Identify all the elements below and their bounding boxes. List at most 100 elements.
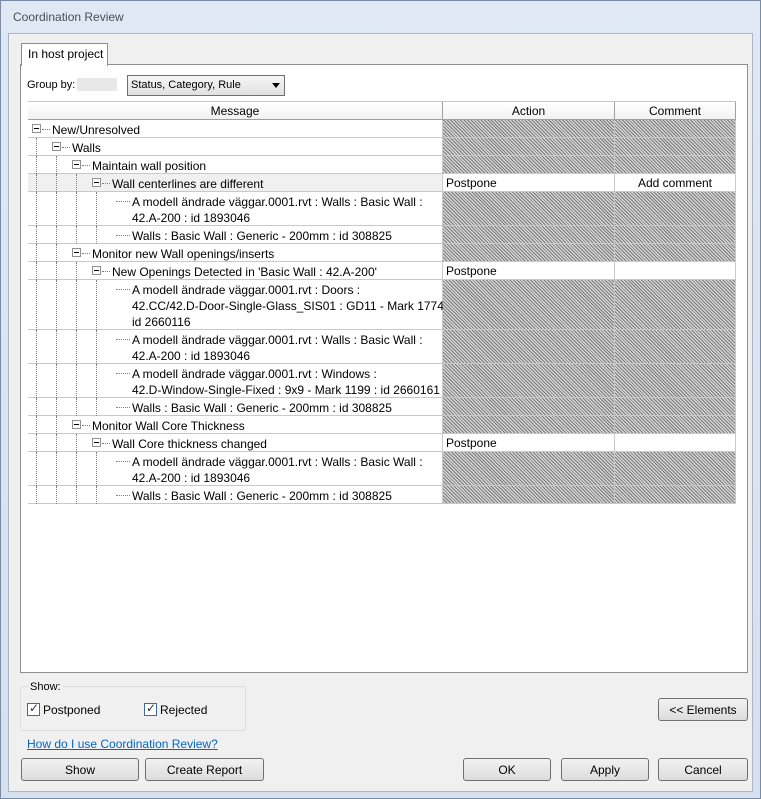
- message-text: Walls : Basic Wall : Generic - 200mm : i…: [132, 229, 392, 243]
- message-text: Walls : Basic Wall : Generic - 200mm : i…: [132, 401, 392, 415]
- message-text: Wall centerlines are different: [112, 177, 264, 191]
- action-cell[interactable]: Postpone: [443, 434, 615, 451]
- message-cell: Walls : Basic Wall : Generic - 200mm : i…: [28, 398, 443, 416]
- comment-cell[interactable]: Add comment: [615, 174, 736, 191]
- message-text: A modell ändrade väggar.0001.rvt : Windo…: [132, 367, 440, 397]
- action-cell: [443, 244, 615, 261]
- collapse-icon[interactable]: [52, 142, 61, 151]
- message-cell: A modell ändrade väggar.0001.rvt : Walls…: [28, 192, 443, 226]
- action-cell[interactable]: Postpone: [443, 174, 615, 191]
- comment-cell: [615, 138, 736, 155]
- coordination-review-dialog: Coordination Review In host project Grou…: [0, 0, 761, 799]
- message-text: Walls : Basic Wall : Generic - 200mm : i…: [132, 489, 392, 503]
- help-link[interactable]: How do I use Coordination Review?: [27, 737, 218, 751]
- grid-row[interactable]: A modell ändrade väggar.0001.rvt : Doors…: [28, 280, 736, 330]
- column-header-comment[interactable]: Comment: [615, 102, 736, 120]
- collapse-icon[interactable]: [92, 438, 101, 447]
- message-cell: Walls : Basic Wall : Generic - 200mm : i…: [28, 486, 443, 504]
- grid-row[interactable]: Maintain wall position: [28, 156, 736, 174]
- coordination-grid: Message Action Comment New/Unresolved Wal…: [28, 101, 736, 504]
- message-text: New Openings Detected in 'Basic Wall : 4…: [112, 265, 377, 279]
- dropdown-arrow-icon: [272, 83, 280, 88]
- message-text: A modell ändrade väggar.0001.rvt : Doors…: [132, 283, 451, 329]
- grid-row[interactable]: Monitor new Wall openings/inserts: [28, 244, 736, 262]
- grid-body: New/Unresolved Walls Maintain wall positio…: [28, 120, 736, 504]
- message-cell: Monitor new Wall openings/inserts: [28, 244, 443, 262]
- groupby-value: Status, Category, Rule: [131, 79, 241, 91]
- ok-button[interactable]: OK: [463, 758, 551, 781]
- comment-cell: [615, 120, 736, 137]
- window-title: Coordination Review: [13, 10, 124, 24]
- collapse-icon[interactable]: [32, 124, 41, 133]
- action-cell: [443, 486, 615, 503]
- action-cell[interactable]: Postpone: [443, 262, 615, 279]
- action-cell: [443, 398, 615, 415]
- create-report-button[interactable]: Create Report: [145, 758, 264, 781]
- postponed-label: Postponed: [43, 703, 101, 717]
- grid-row[interactable]: Walls : Basic Wall : Generic - 200mm : i…: [28, 486, 736, 504]
- grid-row[interactable]: Walls : Basic Wall : Generic - 200mm : i…: [28, 226, 736, 244]
- message-text: A modell ändrade väggar.0001.rvt : Walls…: [132, 455, 423, 485]
- action-cell: [443, 416, 615, 433]
- message-cell: A modell ändrade väggar.0001.rvt : Doors…: [28, 280, 451, 330]
- message-cell: New/Unresolved: [28, 120, 443, 137]
- show-button[interactable]: Show: [21, 758, 139, 781]
- message-cell: Wall centerlines are different: [28, 174, 443, 192]
- grid-row[interactable]: Walls: [28, 138, 736, 156]
- grid-row[interactable]: New/Unresolved: [28, 120, 736, 138]
- message-text: Monitor new Wall openings/inserts: [92, 247, 275, 261]
- rejected-checkbox[interactable]: [144, 701, 157, 716]
- column-header-action[interactable]: Action: [443, 102, 615, 120]
- grid-row[interactable]: Monitor Wall Core Thickness: [28, 416, 736, 434]
- grid-row[interactable]: A modell ändrade väggar.0001.rvt : Walls…: [28, 192, 736, 226]
- grid-row[interactable]: Wall centerlines are different Postpone Ad…: [28, 174, 736, 192]
- comment-cell: [615, 226, 736, 243]
- collapse-icon[interactable]: [72, 248, 81, 257]
- collapse-icon[interactable]: [72, 420, 81, 429]
- comment-cell: [615, 452, 736, 485]
- grid-row[interactable]: A modell ändrade väggar.0001.rvt : Windo…: [28, 364, 736, 398]
- comment-cell: [615, 156, 736, 173]
- collapse-icon[interactable]: [92, 178, 101, 187]
- grid-row[interactable]: Wall Core thickness changed Postpone: [28, 434, 736, 452]
- message-text: Maintain wall position: [92, 159, 207, 173]
- tab-in-host-project[interactable]: In host project: [21, 43, 108, 66]
- comment-cell: [615, 330, 736, 363]
- grid-row[interactable]: New Openings Detected in 'Basic Wall : 4…: [28, 262, 736, 280]
- apply-button[interactable]: Apply: [561, 758, 649, 781]
- message-text: Monitor Wall Core Thickness: [92, 419, 245, 433]
- action-cell: [443, 330, 615, 363]
- postponed-checkbox[interactable]: [27, 701, 40, 716]
- action-cell: [443, 226, 615, 243]
- message-cell: A modell ändrade väggar.0001.rvt : Walls…: [28, 330, 443, 364]
- message-cell: A modell ändrade väggar.0001.rvt : Windo…: [28, 364, 443, 398]
- message-cell: New Openings Detected in 'Basic Wall : 4…: [28, 262, 443, 280]
- action-cell: [443, 452, 615, 485]
- message-cell: Wall Core thickness changed: [28, 434, 443, 452]
- groupby-label: Group by:: [27, 79, 76, 91]
- elements-button[interactable]: << Elements: [658, 698, 748, 721]
- action-cell: [443, 364, 615, 397]
- collapse-icon[interactable]: [72, 160, 81, 169]
- groupby-dropdown[interactable]: Status, Category, Rule: [127, 75, 285, 96]
- collapse-icon[interactable]: [92, 266, 101, 275]
- message-cell: A modell ändrade väggar.0001.rvt : Walls…: [28, 452, 443, 486]
- comment-cell[interactable]: [615, 434, 736, 451]
- comment-cell: [615, 364, 736, 397]
- comment-cell[interactable]: [615, 262, 736, 279]
- grid-row[interactable]: A modell ändrade väggar.0001.rvt : Walls…: [28, 452, 736, 486]
- comment-cell: [615, 486, 736, 503]
- comment-cell: [615, 244, 736, 261]
- message-cell: Monitor Wall Core Thickness: [28, 416, 443, 434]
- message-cell: Walls: [28, 138, 443, 156]
- grid-row[interactable]: Walls : Basic Wall : Generic - 200mm : i…: [28, 398, 736, 416]
- comment-cell: [615, 416, 736, 433]
- action-cell: [443, 156, 615, 173]
- column-header-message[interactable]: Message: [28, 102, 443, 120]
- message-text: A modell ändrade väggar.0001.rvt : Walls…: [132, 195, 423, 225]
- grid-row[interactable]: A modell ändrade väggar.0001.rvt : Walls…: [28, 330, 736, 364]
- message-text: New/Unresolved: [52, 123, 141, 137]
- cancel-button[interactable]: Cancel: [658, 758, 748, 781]
- action-cell: [443, 192, 615, 225]
- message-text: Wall Core thickness changed: [112, 437, 267, 451]
